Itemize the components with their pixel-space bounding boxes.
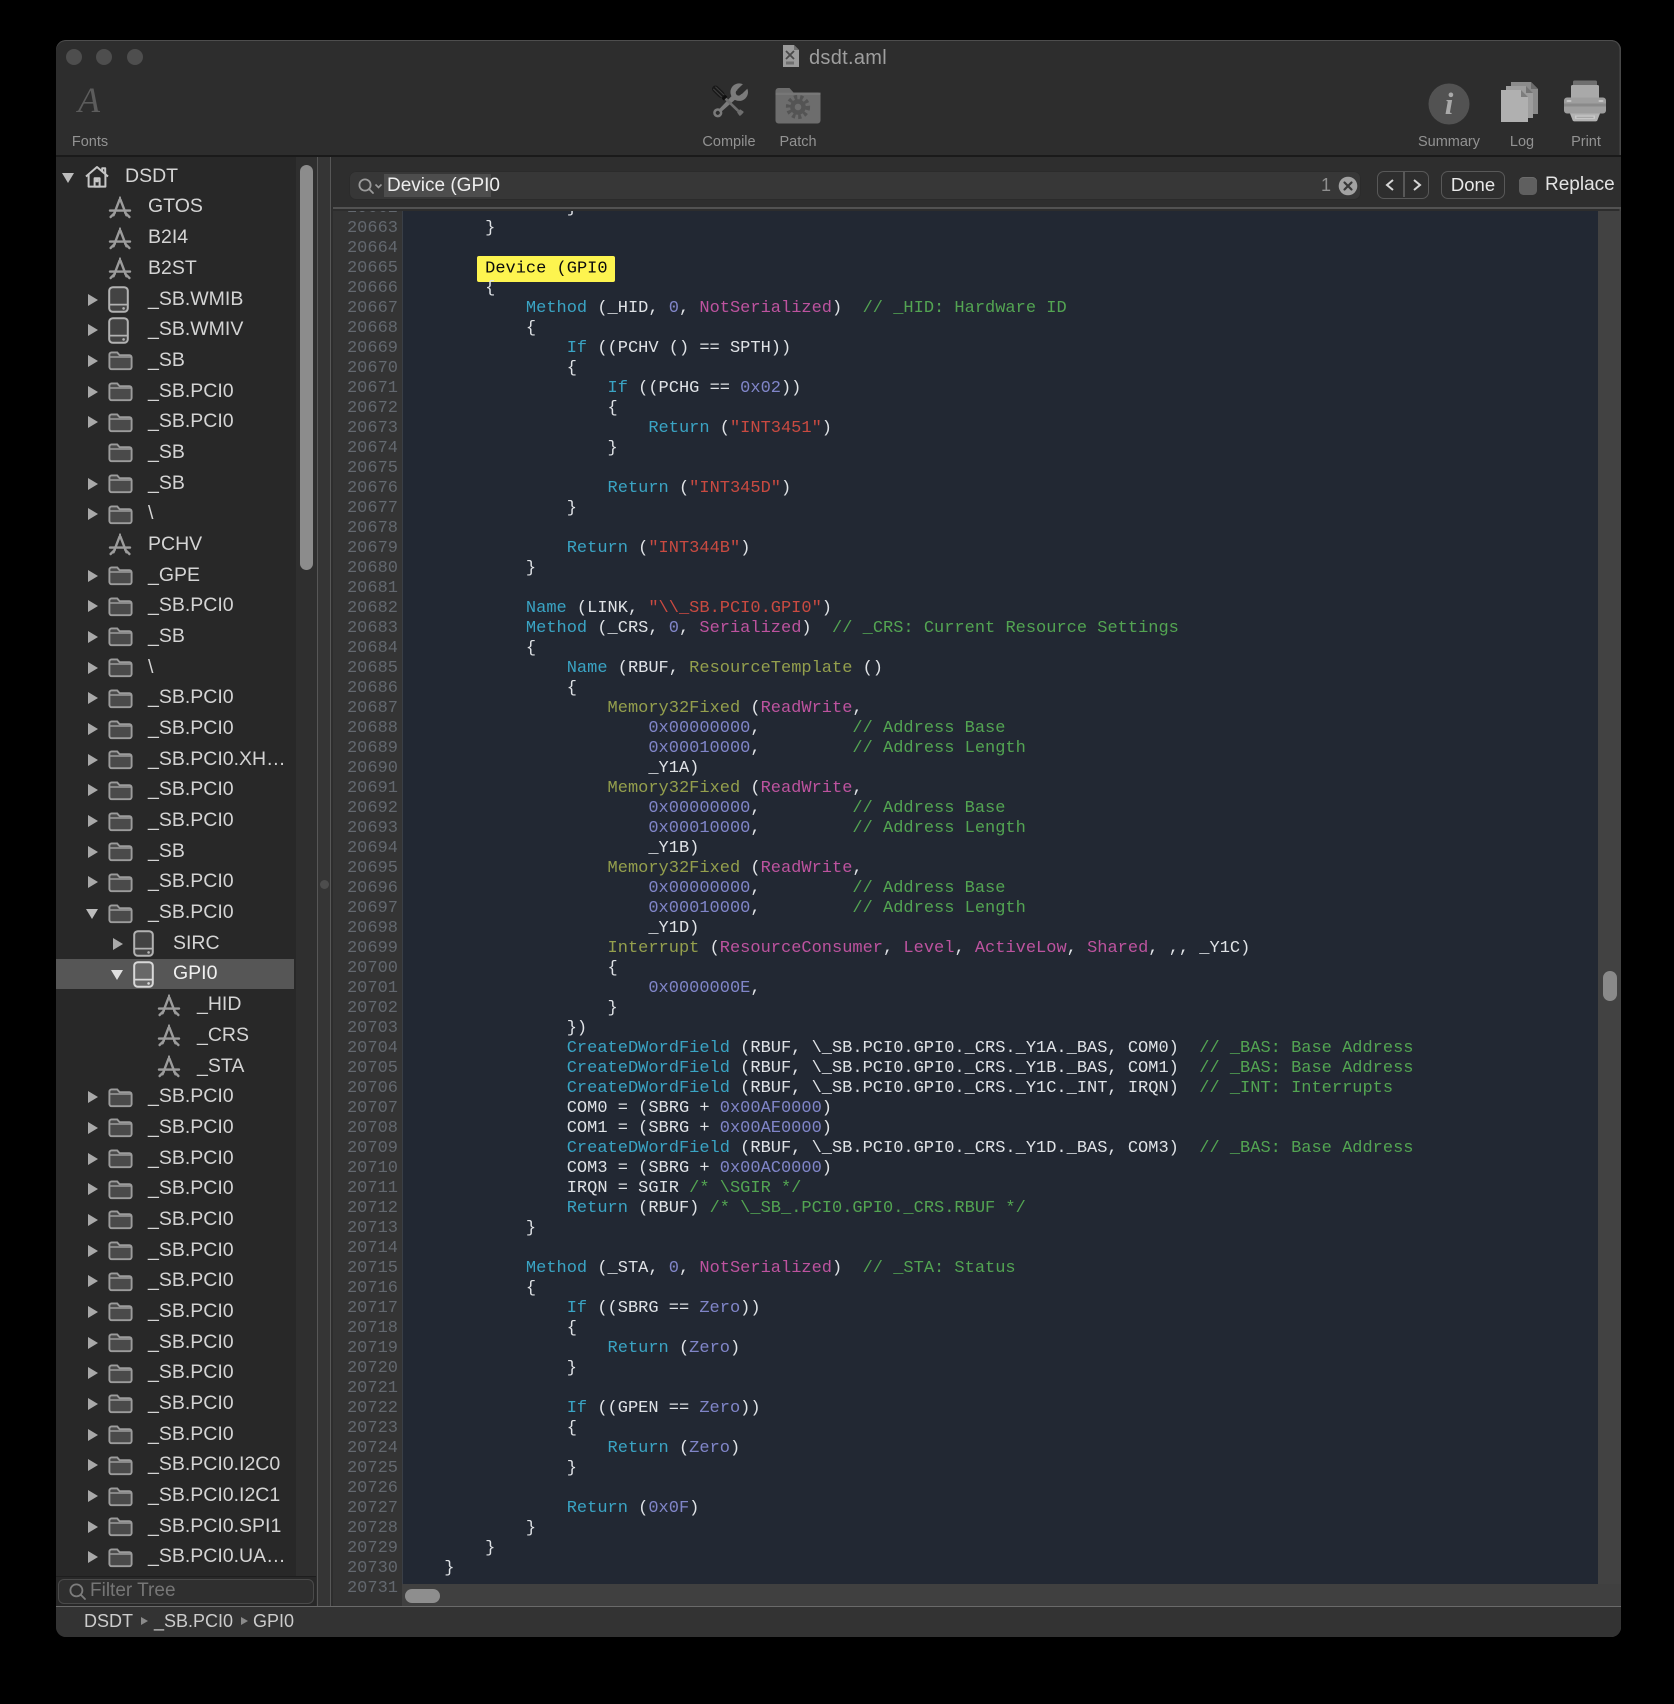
svg-text:A: A <box>76 85 101 119</box>
svg-text:i: i <box>1445 86 1454 121</box>
